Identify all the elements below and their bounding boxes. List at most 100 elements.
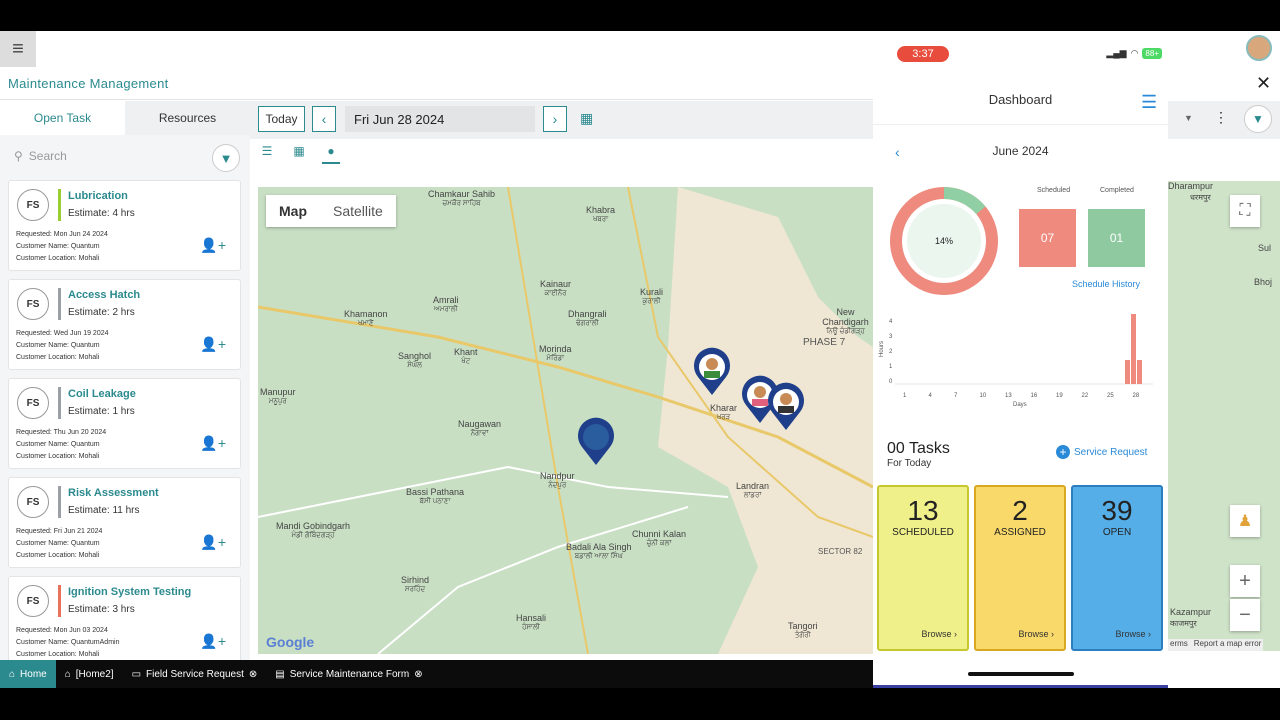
status-tile-assigned[interactable]: 2 ASSIGNED Browse › — [974, 485, 1066, 651]
task-card[interactable]: FS Coil Leakage Estimate: 1 hrs Requeste… — [8, 378, 241, 469]
place-label: Nandpur ਨੰਦਪੁਰ — [540, 471, 575, 491]
browse-label: Browse — [1018, 629, 1049, 639]
close-tab-icon[interactable]: ⊗ — [414, 669, 422, 680]
map-pin[interactable] — [574, 417, 618, 467]
tab-open-task[interactable]: Open Task — [0, 101, 125, 135]
filter-icon[interactable]: ▼ — [1244, 105, 1272, 133]
menu-icon[interactable]: ≡ — [0, 31, 36, 67]
page-title: Maintenance Management — [8, 76, 169, 91]
nav-field-service-request[interactable]: ▭ Field Service Request ⊗ — [123, 660, 267, 688]
schedule-history-link[interactable]: Schedule History — [1072, 279, 1140, 289]
chart-y-tick: 2 — [889, 349, 893, 355]
place-label: Kurali ਕੁਰਾਲੀ — [640, 287, 663, 307]
task-card[interactable]: FS Risk Assessment Estimate: 11 hrs Requ… — [8, 477, 241, 568]
place-label: Bassi Pathana ਬੱਸੀ ਪਠਾਣਾ — [406, 487, 464, 507]
chart-y-tick: 0 — [889, 379, 893, 385]
map-view[interactable]: Chamkaur Sahib ਚਮਕੌਰ ਸਾਹਿਬ Khabra ਖਬਰਾ Kaina… — [258, 187, 873, 654]
place-name: Landran — [736, 481, 770, 491]
status-tile-open[interactable]: 39 OPEN Browse › — [1071, 485, 1163, 651]
more-options-icon[interactable]: ⋮ — [1214, 109, 1228, 126]
map-type-satellite-button[interactable]: Satellite — [320, 195, 396, 227]
status-icons: ▂▄▆ ◠ 88+ — [1106, 48, 1162, 59]
app-window: ≡ Maintenance Management ✕ Open Task Res… — [0, 31, 1280, 688]
nav-service-maintenance-form[interactable]: ▤ Service Maintenance Form ⊗ — [266, 660, 431, 688]
browse-link[interactable]: Browse › — [1115, 629, 1151, 639]
task-title[interactable]: Access Hatch — [68, 289, 140, 301]
dropdown-arrow-icon[interactable]: ▼ — [1184, 113, 1193, 123]
map-pin[interactable] — [690, 347, 734, 397]
sector-label: PHASE 7 — [803, 337, 846, 348]
browse-link[interactable]: Browse › — [1018, 629, 1054, 639]
calendar-view-icon[interactable]: ▦ — [290, 144, 308, 164]
map-view-icon[interactable]: ● — [322, 144, 340, 164]
task-estimate: Estimate: 1 hrs — [68, 406, 135, 417]
task-title[interactable]: Lubrication — [68, 190, 128, 202]
tab-resources[interactable]: Resources — [125, 101, 250, 135]
task-card[interactable]: FS Access Hatch Estimate: 2 hrs Requeste… — [8, 279, 241, 370]
assign-user-icon[interactable]: 👤+ — [200, 336, 226, 353]
place-name: Nandpur — [540, 471, 575, 481]
pegman-icon[interactable]: ♟ — [1230, 505, 1260, 537]
assign-user-icon[interactable]: 👤+ — [200, 633, 226, 650]
window-icon: ▭ — [131, 668, 142, 680]
place-name-local: ਲਾਂਡਰਾਂ — [743, 492, 762, 499]
home-icon: ⌂ — [64, 668, 71, 680]
filter-icon[interactable]: ▼ — [212, 144, 240, 172]
browse-link[interactable]: Browse › — [921, 629, 957, 639]
place-label: Chunni Kalan ਚੁੰਨੀ ਕਲਾਂ — [632, 529, 686, 549]
assign-user-icon[interactable]: 👤+ — [200, 435, 226, 452]
nav-home2[interactable]: ⌂ [Home2] — [56, 660, 123, 688]
map-footer: erms Report a map error — [1168, 639, 1264, 651]
service-request-button[interactable]: + Service Request — [1056, 445, 1147, 459]
place-label: Dhangrali ਢੰਗਰਾਲੀ — [568, 309, 607, 329]
search-box[interactable]: ⚲ Search — [14, 149, 67, 163]
task-location: Customer Location: Mohali — [16, 255, 100, 262]
chart-x-label: Days — [1013, 402, 1027, 408]
map-pin[interactable] — [764, 382, 808, 432]
close-icon[interactable]: ✕ — [1256, 73, 1271, 94]
status-tile-scheduled[interactable]: 13 SCHEDULED Browse › — [877, 485, 969, 651]
task-requested: Requested: Mon Jun 24 2024 — [16, 231, 108, 238]
chart-x-tick: 7 — [954, 393, 958, 399]
report-map-error-link[interactable]: Report a map error — [1194, 639, 1262, 651]
calendar-icon[interactable]: ▦ — [580, 110, 593, 127]
list-view-icon[interactable]: ☰ — [258, 144, 276, 164]
priority-bar — [58, 486, 61, 518]
zoom-out-button[interactable]: − — [1230, 599, 1260, 631]
task-title[interactable]: Ignition System Testing — [68, 586, 191, 598]
place-label: Khamanon ਖਮਾਣੋਂ — [344, 309, 388, 329]
terms-link[interactable]: erms — [1170, 639, 1188, 651]
place-name-local: ਮਨੂਪੁਰ — [268, 398, 287, 405]
fullscreen-icon[interactable]: ⛶ — [1230, 195, 1260, 227]
prev-date-button[interactable]: ‹ — [312, 106, 336, 132]
place-name: Chunni Kalan — [632, 529, 687, 539]
chart-x-tick: 22 — [1081, 393, 1089, 399]
next-date-button[interactable]: › — [543, 106, 567, 132]
place-name-local: ਕੁਰਾਲੀ — [642, 298, 661, 305]
task-title[interactable]: Coil Leakage — [68, 388, 136, 400]
user-avatar[interactable] — [1246, 35, 1272, 61]
percent-label: 14% — [934, 236, 953, 246]
close-tab-icon[interactable]: ⊗ — [249, 669, 257, 680]
map-right-portion[interactable]: Dharampur धरमपुर Sul Bhoj ⛶ ♟ + − Kazamp… — [1168, 181, 1280, 651]
tile-label: ASSIGNED — [994, 527, 1046, 538]
task-card[interactable]: FS Ignition System Testing Estimate: 3 h… — [8, 576, 241, 667]
today-button[interactable]: Today — [258, 106, 305, 132]
nav-home[interactable]: ⌂ Home — [0, 660, 56, 688]
divider — [873, 124, 1168, 125]
zoom-in-button[interactable]: + — [1230, 565, 1260, 597]
date-field[interactable]: Fri Jun 28 2024 — [345, 106, 535, 132]
assign-user-icon[interactable]: 👤+ — [200, 237, 226, 254]
home-indicator[interactable] — [968, 672, 1074, 676]
place-label: Hansali ਹੰਸਾਲੀ — [516, 613, 546, 633]
place-name-local: ਚੁੰਨੀ ਕਲਾਂ — [646, 540, 672, 547]
task-title[interactable]: Risk Assessment — [68, 487, 159, 499]
menu-icon[interactable]: ☰ — [1141, 92, 1157, 113]
task-card[interactable]: FS Lubrication Estimate: 4 hrs Requested… — [8, 180, 241, 271]
assign-user-icon[interactable]: 👤+ — [200, 534, 226, 551]
place-label: Kainaur ਕਾਈਨੌਰ — [540, 279, 571, 299]
search-icon: ⚲ — [14, 149, 23, 163]
chevron-left-icon[interactable]: ‹ — [895, 144, 900, 160]
map-type-map-button[interactable]: Map — [266, 195, 320, 227]
place-name: Dhangrali — [568, 309, 607, 319]
